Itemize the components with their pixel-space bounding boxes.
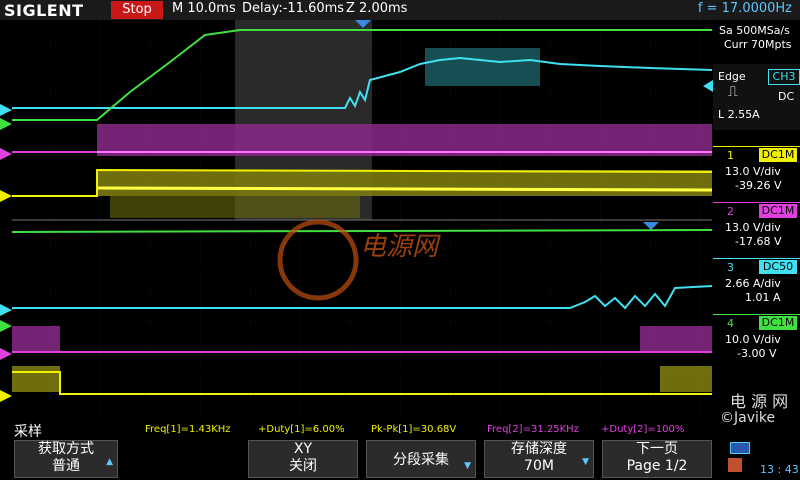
ch3-offset-marker[interactable]	[0, 104, 12, 116]
trigger-level: L 2.55A	[718, 108, 760, 121]
ch1-main-band	[97, 170, 712, 196]
ch2-info[interactable]: 2 DC1M 13.0 V/div -17.68 V	[713, 202, 800, 253]
frequency-counter: f = 17.0000Hz	[697, 1, 792, 16]
next-page-button[interactable]: 下一页 Page 1/2	[602, 440, 712, 478]
chevron-down-icon: ▼	[582, 457, 589, 467]
xy-mode-button[interactable]: XY 关闭	[248, 440, 358, 478]
memory-depth-button[interactable]: 存储深度 70M ▼	[484, 440, 594, 478]
trigger-type: Edge	[718, 70, 746, 83]
clock: 13 : 43	[760, 463, 799, 476]
measure-duty1: +Duty[1]=6.00%	[258, 424, 345, 435]
measure-duty2: +Duty[2]=100%	[601, 424, 685, 435]
trigger-source: CH3	[768, 69, 800, 85]
brand-logo: SIGLENT	[4, 1, 84, 20]
ch4-info[interactable]: 4 DC1M 10.0 V/div -3.00 V	[713, 314, 800, 365]
network-icon	[728, 458, 742, 472]
ch4-offset-marker[interactable]	[0, 118, 12, 130]
sample-rate: Sa 500MSa/s	[719, 24, 790, 37]
author-watermark: ©Javike	[720, 410, 776, 426]
side-watermark: 电 源 网	[730, 392, 789, 411]
trigger-coupling: DC	[778, 90, 795, 103]
timebase-readout[interactable]: M 10.0ms	[172, 1, 236, 16]
run-stop-button[interactable]: Stop	[111, 1, 163, 19]
ch1-offset-marker[interactable]	[0, 190, 12, 202]
measure-freq2: Freq[2]=31.25KHz	[487, 424, 579, 435]
waveform-display[interactable]	[0, 20, 713, 420]
ch1-info[interactable]: 1 DC1M 13.0 V/div -39.26 V	[713, 146, 800, 197]
zoom-readout[interactable]: Z 2.00ms	[346, 1, 407, 16]
segment-acquisition-button[interactable]: 分段采集 ▼	[366, 440, 476, 478]
ch2-offset-marker[interactable]	[0, 148, 12, 160]
rising-edge-icon: ⎍	[728, 84, 738, 100]
memory-depth-readout: Curr 70Mpts	[724, 38, 792, 51]
watermark-text: 电源网	[360, 232, 439, 262]
acquisition-mode-button[interactable]: 获取方式 普通 ▲	[14, 440, 118, 478]
usb-icon	[730, 442, 750, 454]
chevron-down-icon: ▲	[106, 457, 113, 467]
ch3-info[interactable]: 3 DC50 2.66 A/div 1.01 A	[713, 258, 800, 309]
measure-pkpk1: Pk-Pk[1]=30.68V	[371, 424, 457, 435]
menu-title: 采样	[14, 424, 42, 440]
delay-readout[interactable]: Delay:-11.60ms	[242, 1, 344, 16]
measure-freq1: Freq[1]=1.43KHz	[145, 424, 231, 435]
chevron-down-icon: ▼	[464, 461, 471, 471]
